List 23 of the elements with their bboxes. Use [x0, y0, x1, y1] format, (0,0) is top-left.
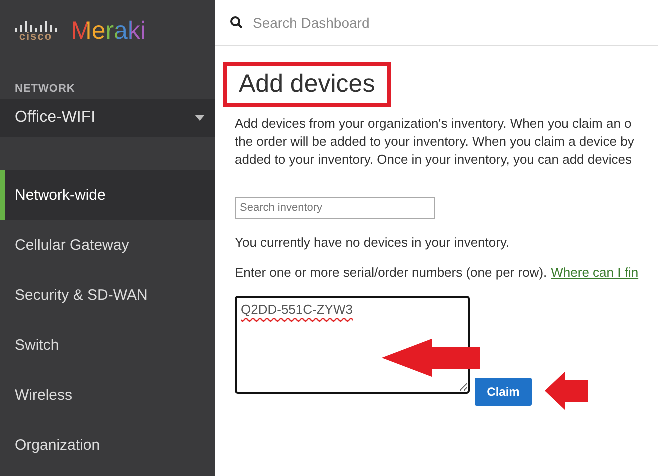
nav-item[interactable]: Cellular Gateway	[0, 220, 215, 270]
search-icon	[230, 16, 243, 29]
intro-text: added to your inventory. Once in your inventory, you can add devices	[235, 151, 632, 169]
empty-message: You currently have no devices in your inventory.	[235, 235, 510, 250]
brand-logo-text: cisco	[19, 32, 53, 42]
serial-prompt: Enter one or more serial/order numbers (one per row).	[235, 265, 548, 280]
section-label: NETWORK	[14, 82, 76, 97]
caret-icon	[195, 115, 205, 121]
nav-item[interactable]: Security & SD-WAN	[0, 270, 215, 320]
nav-item[interactable]: Network-wide	[0, 170, 215, 220]
inventory-search-field[interactable]: Search inventory	[235, 197, 435, 219]
annotation-arrow	[545, 372, 588, 410]
claim-button[interactable]: Claim	[475, 378, 532, 406]
nav-item[interactable]: Switch	[0, 320, 215, 370]
intro-text: the order will be added to your inventory. When you claim a device by	[235, 133, 634, 151]
signal-bars-icon	[15, 20, 57, 32]
nav-item[interactable]: Wireless	[0, 370, 215, 420]
help-link[interactable]: Where can I fin	[551, 265, 639, 280]
network-dropdown[interactable]: Office-WIFI	[0, 99, 215, 137]
page-title: Add devices	[239, 70, 376, 98]
serials-field[interactable]: Q2DD-551C-ZYW3	[235, 296, 470, 394]
intro-text: Add devices from your organization's inventory. When you claim an o	[235, 115, 632, 133]
nav-item[interactable]: Organization	[0, 420, 215, 470]
